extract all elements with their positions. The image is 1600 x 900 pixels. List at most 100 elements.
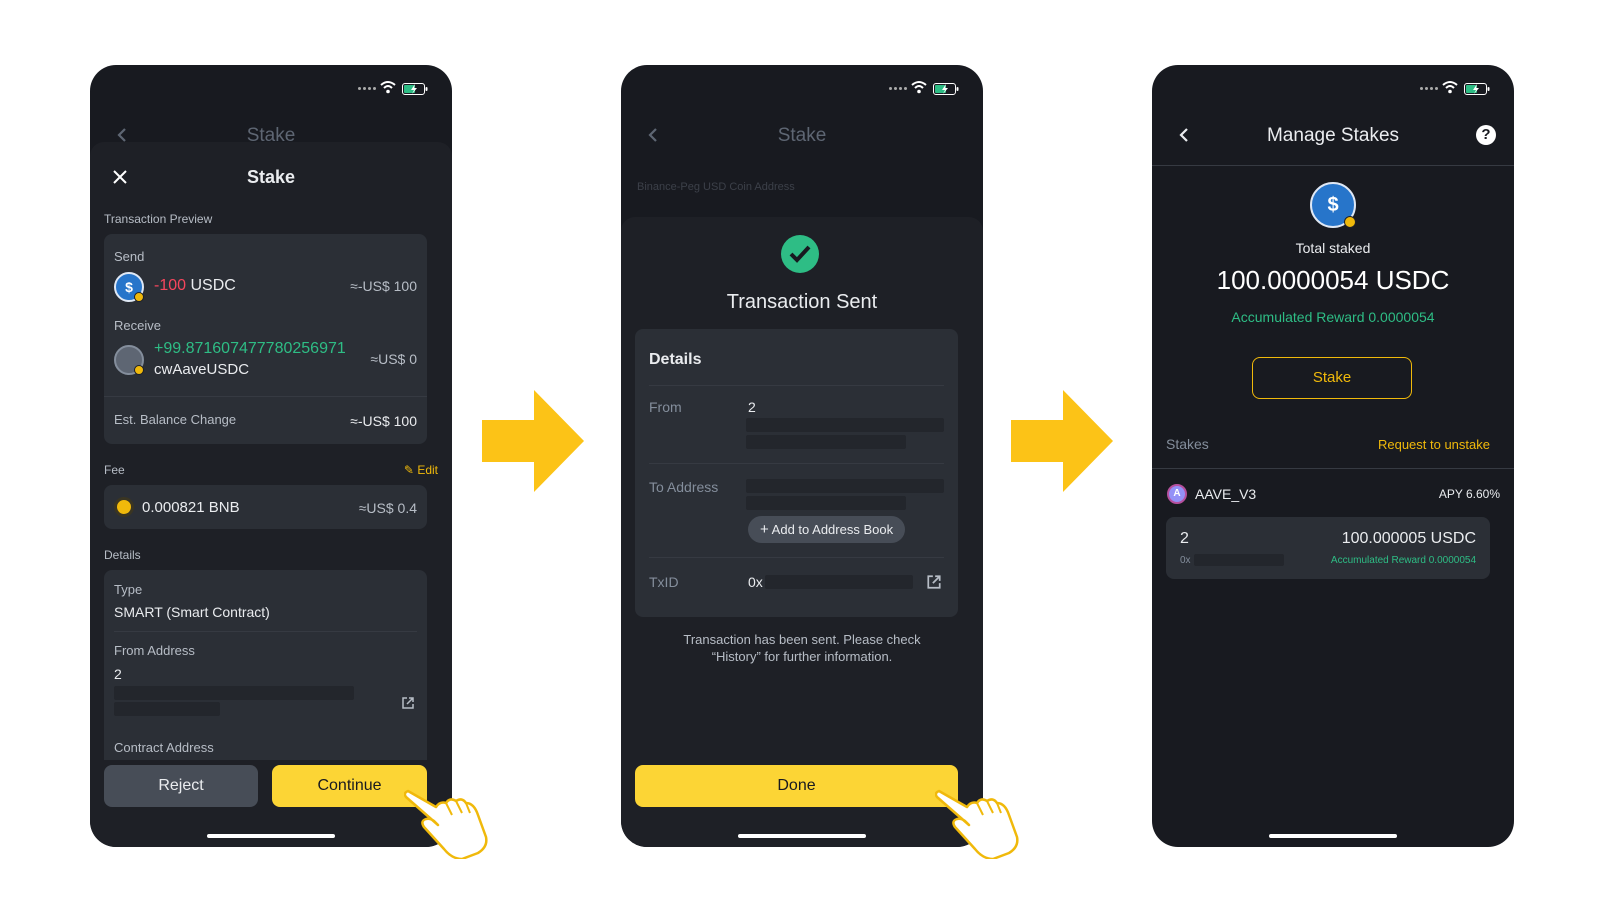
nav-title: Manage Stakes xyxy=(1266,125,1400,146)
done-button[interactable]: Done xyxy=(635,765,958,807)
send-amount: -100 USDC xyxy=(154,277,236,294)
divider xyxy=(104,396,427,397)
success-check-icon xyxy=(781,235,819,273)
request-unstake-link[interactable]: Request to unstake xyxy=(1378,437,1490,452)
nav-title: Stake xyxy=(777,125,827,146)
external-link-icon[interactable] xyxy=(401,696,415,710)
sheet-title: Stake xyxy=(246,167,296,187)
redacted-address xyxy=(746,496,906,510)
stake-item-reward: Accumulated Reward 0.0000054 xyxy=(1330,555,1476,566)
stake-item-amount: 100.000005 USDC xyxy=(1341,530,1476,547)
plus-icon: + xyxy=(760,521,769,538)
receive-token: cwAaveUSDC xyxy=(154,361,250,378)
transaction-sent-sheet: Transaction Sent Details From 2 To Addre… xyxy=(621,217,983,847)
add-to-address-book-button[interactable]: + Add to Address Book xyxy=(748,516,906,543)
divider xyxy=(649,463,944,464)
home-indicator xyxy=(207,834,335,838)
details-card: Type SMART (Smart Contract) From Address… xyxy=(104,570,427,760)
balance-change-label: Est. Balance Change xyxy=(114,412,237,427)
from-value: 2 xyxy=(748,399,756,415)
home-indicator xyxy=(738,834,866,838)
redacted-address xyxy=(746,479,944,493)
usdc-coin-icon: $ xyxy=(1310,182,1356,228)
manage-stakes-screen: Manage Stakes ? $ Total staked 100.00000… xyxy=(1152,65,1514,847)
divider xyxy=(649,557,944,558)
receive-label: Receive xyxy=(114,318,161,333)
home-indicator xyxy=(1269,834,1397,838)
redacted-address xyxy=(114,702,220,716)
txid-label: TxID xyxy=(649,574,679,590)
redacted-address xyxy=(746,435,906,449)
signal-icon xyxy=(1420,87,1438,91)
from-address-value: 2 xyxy=(114,666,122,682)
wifi-icon xyxy=(1442,81,1458,94)
nav-bar: Stake xyxy=(621,109,983,161)
tap-hand-icon xyxy=(935,789,1019,859)
usdc-coin-icon: $ xyxy=(114,272,144,302)
divider xyxy=(114,631,417,632)
send-label: Send xyxy=(114,249,145,264)
background-address-label: Binance-Peg USD Coin Address xyxy=(637,181,795,193)
contract-address-label: Contract Address xyxy=(114,740,214,755)
pencil-icon: ✎ xyxy=(403,463,414,477)
transaction-preview-card: Send $ -100 USDC ≈-US$ 100 Receive +99.8… xyxy=(104,234,427,444)
protocol-name: AAVE_V3 xyxy=(1195,486,1257,502)
wifi-icon xyxy=(911,81,927,94)
balance-change-value: ≈-US$ 100 xyxy=(350,413,417,429)
fee-label: Fee xyxy=(104,463,125,477)
fee-value: ≈US$ 0.4 xyxy=(358,500,417,516)
receive-amount: +99.871607477780256971 xyxy=(154,340,346,357)
divider xyxy=(649,385,944,386)
type-value: SMART (Smart Contract) xyxy=(114,604,270,620)
cwaaveusdc-coin-icon xyxy=(114,345,144,375)
battery-charging-icon xyxy=(1464,83,1490,95)
reject-button[interactable]: Reject xyxy=(104,765,258,807)
flow-arrow-icon xyxy=(482,390,584,492)
receive-value: ≈US$ 0 xyxy=(370,351,417,367)
stake-item-card[interactable]: 2 100.000005 USDC 0x Accumulated Reward … xyxy=(1166,517,1490,579)
details-heading: Details xyxy=(649,351,702,368)
txid-value: 0x xyxy=(748,574,763,590)
bnb-coin-icon xyxy=(114,497,134,517)
stake-preview-screen: Stake Stake Transaction Preview Send $ -… xyxy=(90,65,452,847)
from-label: From xyxy=(649,399,682,415)
wifi-icon xyxy=(380,81,396,94)
battery-charging-icon xyxy=(933,83,959,95)
stake-sheet: Stake Transaction Preview Send $ -100 US… xyxy=(90,142,452,847)
fee-amount: 0.000821 BNB xyxy=(142,499,240,516)
divider xyxy=(1152,165,1514,166)
signal-icon xyxy=(889,87,907,91)
nav-bar: Manage Stakes ? xyxy=(1152,109,1514,161)
external-link-icon[interactable] xyxy=(926,574,942,590)
total-staked-value: 100.0000054 USDC xyxy=(1216,265,1450,295)
to-address-label: To Address xyxy=(649,479,719,495)
stake-item-id: 2 xyxy=(1180,530,1189,547)
send-value: ≈-US$ 100 xyxy=(350,278,417,294)
redacted-address xyxy=(114,686,354,700)
signal-icon xyxy=(358,87,376,91)
details-card: Details From 2 To Address + Add to Addre… xyxy=(635,329,958,617)
type-label: Type xyxy=(114,582,143,597)
stake-item-address: 0x xyxy=(1180,555,1191,566)
fee-card: 0.000821 BNB ≈US$ 0.4 xyxy=(104,485,427,529)
status-bar xyxy=(1152,65,1514,109)
edit-label: Edit xyxy=(417,463,438,477)
redacted-txid xyxy=(765,575,913,589)
sent-message: Transaction has been sent. Please check … xyxy=(683,632,921,664)
from-address-label: From Address xyxy=(114,643,195,658)
total-staked-label: Total staked xyxy=(1295,240,1371,256)
status-bar xyxy=(90,65,452,109)
edit-fee-button[interactable]: ✎ Edit xyxy=(404,463,438,477)
transaction-sent-title: Transaction Sent xyxy=(726,291,878,313)
flow-arrow-icon xyxy=(1011,390,1113,492)
status-bar xyxy=(621,65,983,109)
divider xyxy=(1152,468,1514,469)
aave-protocol-icon: A xyxy=(1167,484,1187,504)
apy-value: APY 6.60% xyxy=(1438,487,1500,501)
battery-charging-icon xyxy=(402,83,428,95)
stakes-label: Stakes xyxy=(1166,436,1209,452)
redacted-address xyxy=(1194,554,1284,566)
help-icon[interactable]: ? xyxy=(1476,125,1496,145)
stake-button[interactable]: Stake xyxy=(1252,357,1412,399)
transaction-preview-label: Transaction Preview xyxy=(104,212,213,226)
